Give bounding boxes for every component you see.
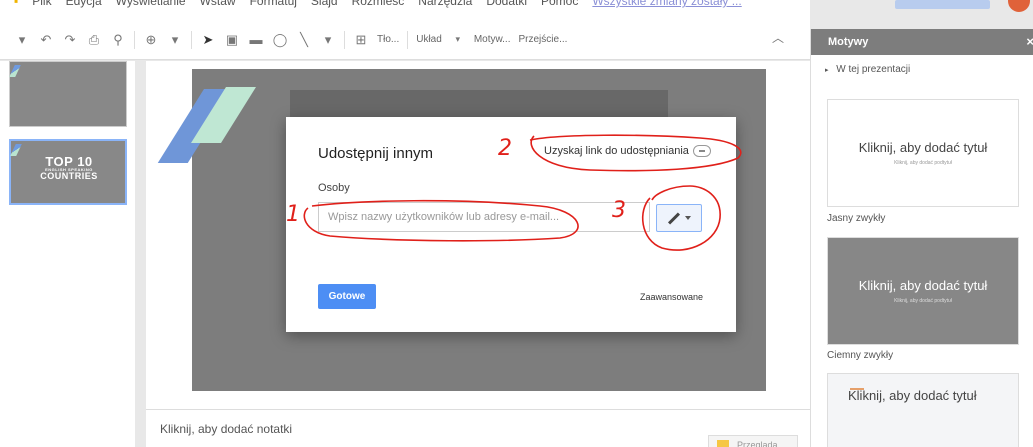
- zoom-icon[interactable]: ⊕: [143, 29, 159, 51]
- annotation-number-2: 2: [498, 136, 512, 161]
- sidebar-header: Motywy ×: [811, 29, 1033, 55]
- print-icon[interactable]: ⎙: [86, 29, 102, 51]
- toolbar-divider: [134, 30, 135, 49]
- slide-decoration: [10, 144, 22, 156]
- background-button[interactable]: Tło...: [377, 34, 399, 45]
- theme-button[interactable]: Motyw...: [474, 34, 511, 45]
- line-icon[interactable]: ╲: [296, 29, 312, 51]
- logo-subtext-2: COUNTRIES: [40, 171, 98, 181]
- avatar[interactable]: [1008, 0, 1030, 12]
- menu-icon: ▪: [14, 0, 19, 8]
- toolbar-divider: [344, 30, 345, 49]
- menu-addons[interactable]: Dodatki: [486, 0, 527, 8]
- menu-insert[interactable]: Wstaw: [200, 0, 236, 8]
- menu-edit[interactable]: Edycja: [66, 0, 102, 8]
- menubar: ▪ Plik Edycja Wyświetlanie Wstaw Formatu…: [0, 0, 810, 20]
- slide-decoration: [9, 65, 21, 77]
- zoom-caret-icon[interactable]: ▾: [167, 29, 183, 51]
- annotation-number-1: 1: [286, 202, 300, 227]
- slide-filmstrip: TOP 10 ENGLISH SPEAKING COUNTRIES: [0, 61, 135, 447]
- theme-accent-line: [850, 388, 864, 390]
- menu-format[interactable]: Formatuj: [250, 0, 297, 8]
- new-slide-caret-icon[interactable]: ▾: [14, 29, 30, 51]
- menu-tools[interactable]: Narzędzia: [418, 0, 472, 8]
- select-cursor-icon[interactable]: ➤: [200, 29, 216, 51]
- section-caret-icon: ▸: [825, 67, 829, 74]
- close-icon[interactable]: ×: [1026, 34, 1033, 49]
- theme-card-title: Kliknij, aby dodać tytuł: [858, 278, 988, 293]
- layout-button[interactable]: Układ: [416, 34, 442, 45]
- themes-sidebar: Motywy × ▸ W tej prezentacji Kliknij, ab…: [810, 29, 1033, 447]
- toolbar-divider: [191, 30, 192, 49]
- layout-caret-icon[interactable]: ▾: [450, 29, 466, 51]
- permission-dropdown[interactable]: [656, 204, 702, 232]
- menu-arrange[interactable]: Rozmieść: [352, 0, 405, 8]
- notes-placeholder: Kliknij, aby dodać notatki: [160, 422, 293, 436]
- pencil-icon: [667, 211, 681, 225]
- theme-name-light: Jasny zwykły: [827, 213, 886, 224]
- theme-card-light[interactable]: Kliknij, aby dodać tytuł Kliknij, aby do…: [827, 99, 1019, 207]
- menu-view[interactable]: Wyświetlanie: [116, 0, 186, 8]
- link-icon: [692, 145, 711, 157]
- theme-card-title: Kliknij, aby dodać tytuł: [848, 387, 977, 403]
- slide-thumbnail-1[interactable]: [9, 61, 127, 127]
- collapse-toolbar-icon[interactable]: ︿: [772, 29, 784, 46]
- people-label: Osoby: [318, 182, 350, 194]
- theme-card-dark[interactable]: Kliknij, aby dodać tytuł Kliknij, aby do…: [827, 237, 1019, 345]
- toolbar-divider: [407, 30, 409, 49]
- sidebar-section-in-presentation[interactable]: ▸ W tej prezentacji: [825, 64, 910, 75]
- undo-icon[interactable]: ↶: [38, 29, 54, 51]
- theme-card-third[interactable]: Kliknij, aby dodać tytuł: [827, 373, 1019, 447]
- slide-thumbnail-2[interactable]: TOP 10 ENGLISH SPEAKING COUNTRIES: [9, 139, 127, 205]
- sidebar-title: Motywy: [828, 36, 869, 48]
- annotation-number-3: 3: [612, 198, 626, 223]
- logo-text: TOP 10: [45, 154, 93, 169]
- advanced-link[interactable]: Zaawansowane: [640, 292, 703, 302]
- done-button[interactable]: Gotowe: [318, 284, 376, 309]
- get-share-link-label: Uzyskaj link do udostępniania: [544, 145, 689, 157]
- slides-editor: ▪ Plik Edycja Wyświetlanie Wstaw Formatu…: [0, 0, 1033, 447]
- section-label: W tej prezentacji: [836, 64, 911, 75]
- comment-icon[interactable]: ⊞: [353, 29, 369, 51]
- dialog-title: Udostępnij innym: [318, 145, 434, 162]
- theme-card-subtitle: Kliknij, aby dodać podtytuł: [894, 298, 952, 304]
- save-status-link[interactable]: Wszystkie zmiany zostały ...: [592, 0, 741, 8]
- paint-format-icon[interactable]: ⚲: [110, 29, 126, 51]
- toolbar: ▾ ↶ ↷ ⎙ ⚲ ⊕ ▾ ➤ ▣ ▬ ◯ ╲ ▾ ⊞ Tło... Układ…: [0, 20, 810, 60]
- theme-name-dark: Ciemny zwykły: [827, 350, 894, 361]
- redo-icon[interactable]: ↷: [62, 29, 78, 51]
- theme-card-title: Kliknij, aby dodać tytuł: [858, 140, 988, 155]
- transition-button[interactable]: Przejście...: [519, 34, 568, 45]
- menu-help[interactable]: Pomoc: [541, 0, 578, 8]
- image-icon[interactable]: ▬: [248, 29, 264, 51]
- shape-icon[interactable]: ◯: [272, 29, 288, 51]
- menu-slide[interactable]: Slajd: [311, 0, 338, 8]
- menu-file[interactable]: Plik: [32, 0, 51, 8]
- share-button[interactable]: [895, 0, 990, 9]
- text-box-icon[interactable]: ▣: [224, 29, 240, 51]
- get-share-link-button[interactable]: Uzyskaj link do udostępniania: [544, 145, 711, 157]
- line-caret-icon[interactable]: ▾: [320, 29, 336, 51]
- theme-card-subtitle: Kliknij, aby dodać podtytuł: [894, 160, 952, 166]
- people-input[interactable]: [318, 202, 650, 232]
- top10-logo: TOP 10 ENGLISH SPEAKING COUNTRIES: [33, 154, 105, 189]
- explore-button[interactable]: Przegląda...: [708, 435, 798, 447]
- chevron-down-icon: [685, 216, 691, 220]
